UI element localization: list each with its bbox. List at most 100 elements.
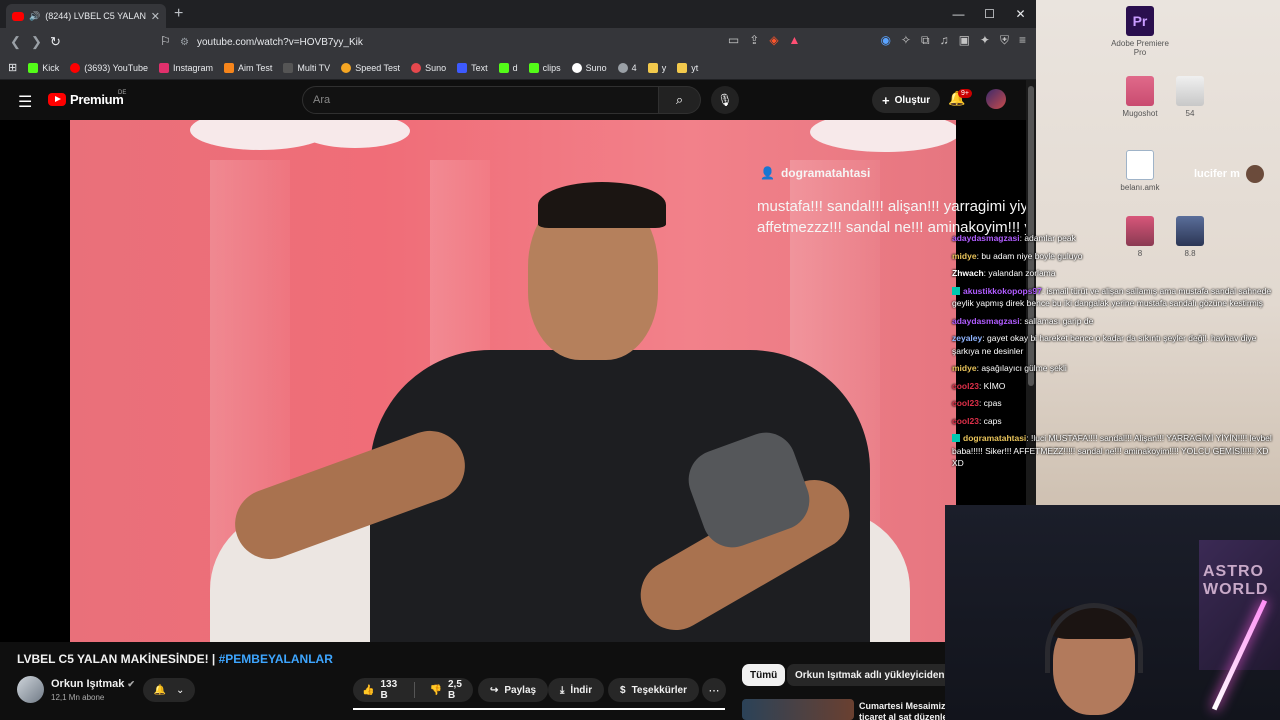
- thumbs-down-icon: 👎: [429, 684, 442, 696]
- screenshot-icon[interactable]: ⧉: [921, 33, 930, 48]
- verified-icon: ✔: [127, 679, 135, 689]
- search-placeholder: Ara: [313, 94, 331, 106]
- toolbar-icons: ▭ ⇪ ◈ ▲ ◉ ✧ ⧉ ♫ ▣ ✦ ⛨ ≡: [728, 33, 1026, 48]
- reload-icon[interactable]: ↻: [50, 34, 61, 50]
- download-button[interactable]: ⤓ İndir: [548, 678, 605, 702]
- sub-badge-icon: [952, 434, 960, 442]
- bookmark-suno-2[interactable]: Suno: [571, 62, 607, 73]
- dislike-count: 2,5 B: [447, 679, 462, 701]
- audio-icon[interactable]: ◉: [880, 33, 890, 48]
- hamburger-menu-icon[interactable]: ☰: [18, 92, 32, 112]
- bookmark-aim-test[interactable]: Aim Test: [224, 62, 272, 73]
- maximize-icon[interactable]: ☐: [974, 0, 1005, 28]
- desktop-icon-premiere[interactable]: Pr Adobe Premiere Pro: [1110, 6, 1170, 57]
- bookmark-4[interactable]: 4: [617, 62, 637, 73]
- youtube-icon: [70, 62, 81, 73]
- wallet-icon[interactable]: ▣: [959, 33, 970, 48]
- chat-header: lucifer m: [1194, 165, 1264, 183]
- like-button[interactable]: 👍 133 B: [353, 679, 408, 701]
- chat-message: zeyaley: gayet okay bi hareket bence o k…: [952, 333, 1257, 356]
- voice-search-button[interactable]: 🎙: [711, 86, 739, 114]
- chip-from-uploader[interactable]: Orkun Işıtmak adlı yükleyiciden: [787, 664, 953, 686]
- account-avatar[interactable]: [986, 89, 1006, 109]
- chat-overlay: adaydasmagzasi: adamlar peak midye: bu a…: [952, 232, 1278, 475]
- chat-message: adaydasmagzasi: adamlar peak: [952, 233, 1076, 243]
- bookmark-folder-y[interactable]: y: [647, 62, 666, 73]
- bookmark-d[interactable]: d: [498, 62, 518, 73]
- bookmark-text[interactable]: Text: [457, 62, 488, 73]
- subscribed-button[interactable]: 🔔 ⌄: [143, 678, 195, 702]
- share-button[interactable]: ↪ Paylaş: [478, 678, 549, 702]
- apps-icon[interactable]: ⊞: [8, 61, 17, 74]
- tab-title: (8244) LVBEL C5 YALAN MAKİ: [45, 11, 146, 21]
- minimize-icon[interactable]: —: [943, 0, 974, 28]
- bookmark-speed-test[interactable]: Speed Test: [341, 62, 400, 73]
- brave-shield-icon[interactable]: ◈: [769, 33, 778, 48]
- bookmark-instagram[interactable]: Instagram: [158, 62, 213, 73]
- kick-icon: [28, 62, 39, 73]
- bell-icon: 🔔: [153, 684, 167, 696]
- back-icon[interactable]: ❮: [10, 34, 21, 50]
- bookmark-multi-tv[interactable]: Multi TV: [283, 62, 330, 73]
- channel-avatar[interactable]: [17, 676, 44, 703]
- create-button[interactable]: + Oluştur: [872, 87, 941, 113]
- channel-name[interactable]: Orkun Işıtmak ✔: [51, 678, 135, 690]
- like-dislike-bar: 👍 133 B 👎 2,5 B: [353, 678, 473, 702]
- thumbs-up-icon: 👍: [362, 684, 375, 696]
- close-window-icon[interactable]: ✕: [1005, 0, 1036, 28]
- address-bar: ❮ ❯ ↻ ⚐ ⚙ youtube.com/watch?v=HOVB7yy_Ki…: [0, 28, 1036, 56]
- multitv-icon: [283, 62, 294, 73]
- desktop-icon-54[interactable]: 54: [1160, 76, 1220, 118]
- tab-bar: 🔊 (8244) LVBEL C5 YALAN MAKİ ✕ + — ☐ ✕: [0, 0, 1036, 28]
- new-tab-icon[interactable]: +: [174, 5, 183, 23]
- chevron-down-icon: ⌄: [176, 684, 185, 696]
- tab-active[interactable]: 🔊 (8244) LVBEL C5 YALAN MAKİ ✕: [6, 4, 166, 28]
- brave-rewards-icon[interactable]: ▲: [789, 33, 801, 48]
- tab-close-icon[interactable]: ✕: [151, 10, 160, 23]
- search-icon: ⌕: [675, 92, 684, 107]
- share-icon[interactable]: ⇪: [749, 33, 759, 48]
- create-label: Oluştur: [894, 94, 931, 106]
- premiere-pro-icon: Pr: [1126, 6, 1154, 36]
- mugoshot-icon: [1126, 76, 1154, 106]
- bookmark-suno[interactable]: Suno: [411, 62, 446, 73]
- site-info-icon[interactable]: ⚙: [180, 37, 189, 48]
- search-button[interactable]: ⌕: [659, 86, 701, 114]
- leo-icon[interactable]: ✦: [980, 33, 990, 48]
- logo-region: DE: [118, 90, 127, 96]
- thanks-button[interactable]: $ Teşekkürler: [608, 678, 699, 702]
- more-icon: ⋯: [708, 684, 720, 697]
- bookmark-folder-yt[interactable]: yt: [677, 62, 698, 73]
- recommended-title[interactable]: Cumartesi Mesaimiz ticaret al sat düzenl…: [859, 701, 949, 720]
- bookmark-icon[interactable]: ⚐: [160, 34, 171, 48]
- instagram-icon: [158, 62, 169, 73]
- vpn-icon[interactable]: ⛨: [1000, 33, 1009, 48]
- bookmarks-bar: ⊞ Kick (3693) YouTube Instagram Aim Test…: [0, 56, 1036, 80]
- dislike-button[interactable]: 👎 2,5 B: [421, 679, 473, 701]
- chat-message: adaydasmagzasi: sallaması garip de: [952, 315, 1094, 326]
- bookmark-clips[interactable]: clips: [528, 62, 561, 73]
- cast-icon[interactable]: ▭: [728, 33, 739, 48]
- media-icon[interactable]: ♫: [940, 33, 949, 48]
- bookmark-youtube[interactable]: (3693) YouTube: [70, 62, 148, 73]
- person-hair: [538, 182, 666, 228]
- youtube-logo[interactable]: Premium DE: [48, 90, 127, 107]
- video-title: LVBEL C5 YALAN MAKİNESİNDE! | #PEMBEYALA…: [17, 652, 333, 666]
- search-input[interactable]: Ara: [302, 86, 659, 114]
- chat-message: Zhwach: yalandan zorlama: [952, 268, 1056, 278]
- url-field[interactable]: ⚙ youtube.com/watch?v=HOVB7yy_Kik: [180, 32, 800, 52]
- forward-icon[interactable]: ❯: [31, 34, 42, 50]
- desktop-icon-belani[interactable]: belanı.amk: [1110, 150, 1170, 192]
- tts-username: 👤 dogramatahtasi: [760, 166, 871, 180]
- menu-icon[interactable]: ≡: [1019, 33, 1026, 48]
- chat-message: akustikkokopops97: ismail türüt ve alişa…: [952, 285, 1272, 308]
- chip-all[interactable]: Tümü: [742, 664, 786, 686]
- extensions-icon[interactable]: ✧: [901, 33, 911, 48]
- recommended-thumbnail[interactable]: [742, 699, 854, 720]
- video-hashtag[interactable]: #PEMBEYALANLAR: [219, 652, 333, 666]
- more-actions-button[interactable]: ⋯: [702, 678, 726, 702]
- video-player[interactable]: 👤 dogramatahtasi mustafa!!! sandal!!! al…: [0, 120, 1036, 642]
- share-arrow-icon: ↪: [490, 684, 499, 696]
- folder-icon: [677, 62, 688, 73]
- bookmark-kick[interactable]: Kick: [28, 62, 59, 73]
